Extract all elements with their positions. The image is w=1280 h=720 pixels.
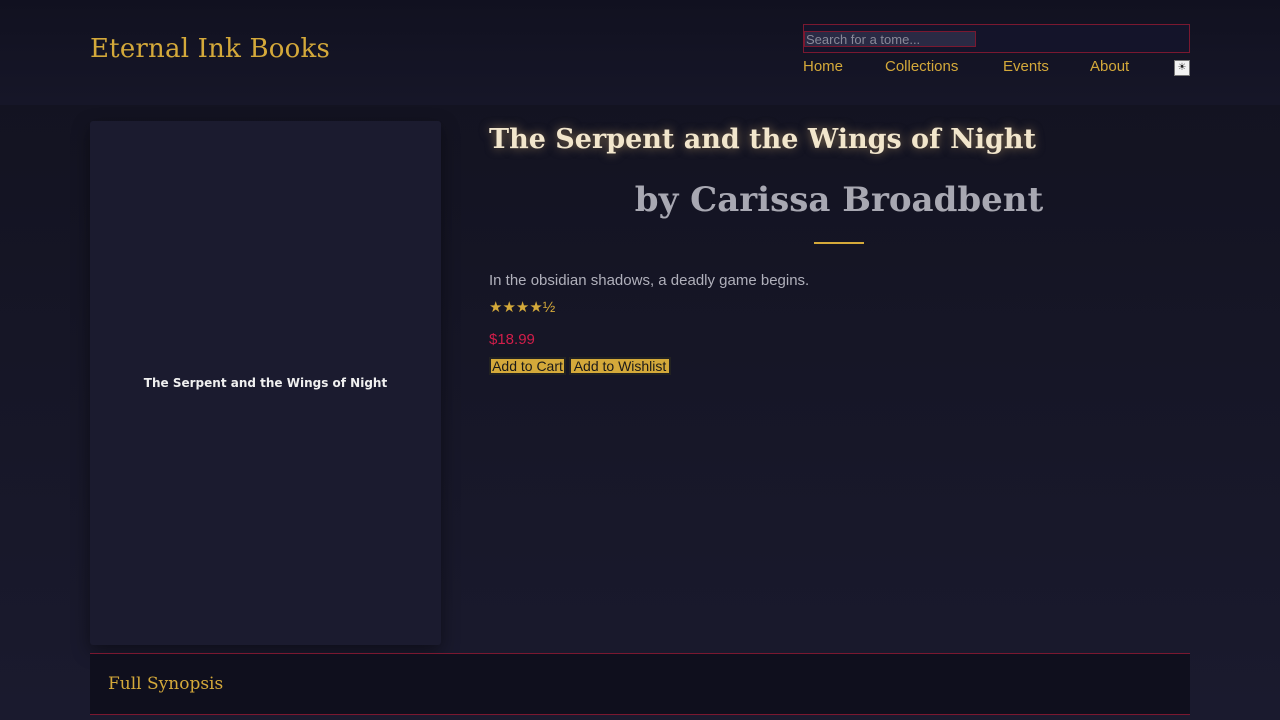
star-rating: ★★★★½ [489,299,556,316]
add-to-cart-button[interactable]: Add to Cart [489,357,566,375]
synopsis-toggle[interactable]: Full Synopsis [108,674,223,694]
site-logo[interactable]: Eternal Ink Books [90,34,330,64]
book-author: by Carissa Broadbent [634,180,1044,220]
book-cover: The Serpent and the Wings of Night [90,121,441,645]
nav-events[interactable]: Events [1003,58,1049,75]
nav-collections[interactable]: Collections [885,58,958,75]
search-bar [803,24,1190,53]
book-price: $18.99 [489,331,535,348]
book-tagline: In the obsidian shadows, a deadly game b… [489,272,810,289]
theme-toggle-sun-icon[interactable]: ☀ [1174,60,1190,76]
nav-home[interactable]: Home [803,58,843,75]
synopsis-section[interactable]: Full Synopsis [90,653,1190,715]
site-header: Eternal Ink Books Home Collections Event… [0,0,1280,105]
search-input[interactable] [804,31,976,47]
add-to-wishlist-button[interactable]: Add to Wishlist [569,357,671,375]
book-title: The Serpent and the Wings of Night [489,124,1037,155]
title-divider [814,242,864,244]
cover-title: The Serpent and the Wings of Night [143,376,388,390]
nav-about[interactable]: About [1090,58,1129,75]
